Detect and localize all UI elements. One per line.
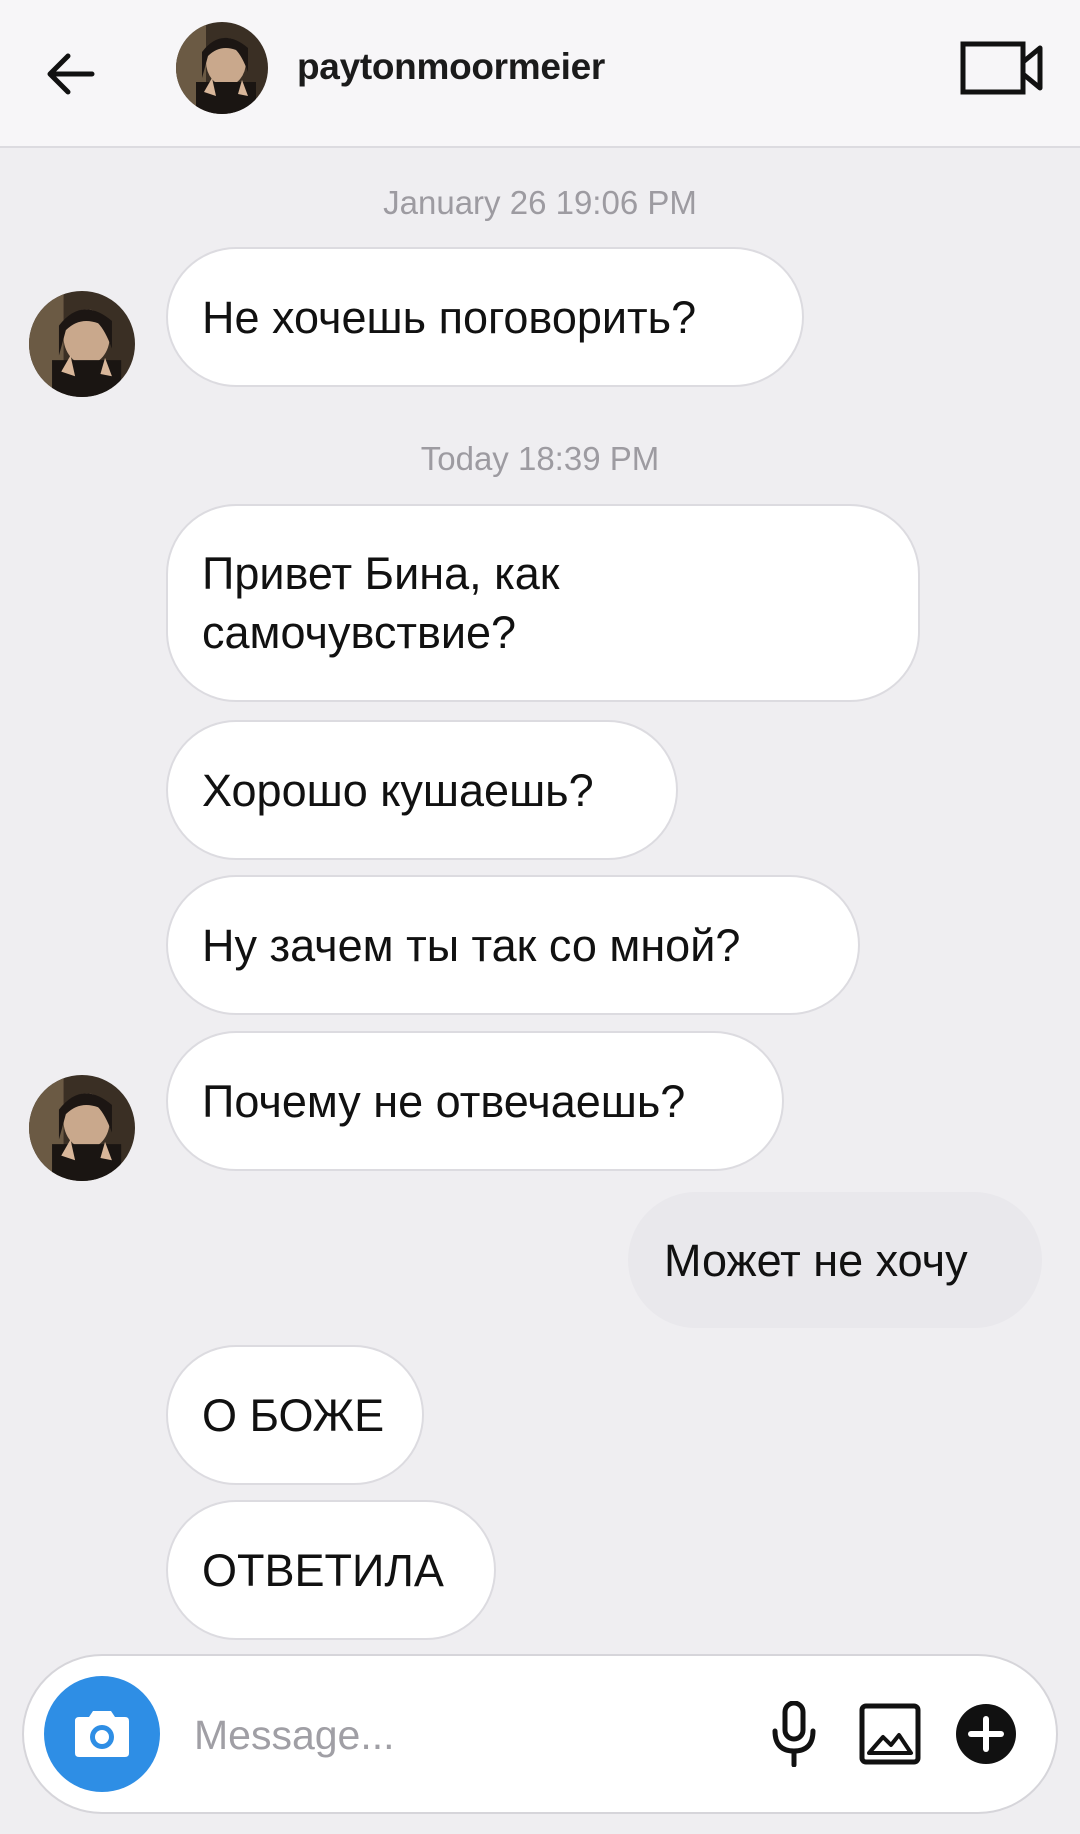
gallery-button[interactable] [850, 1694, 930, 1774]
sender-avatar[interactable] [29, 1075, 135, 1181]
message-text: Ну зачем ты так со мной? [202, 919, 741, 971]
message-text: Привет Бина, как самочувствие? [202, 548, 560, 658]
message-bubble[interactable]: Почему не отвечаешь? [166, 1031, 784, 1171]
message-text: Может не хочу [664, 1234, 968, 1286]
message-timestamp: Today 18:39 PM [420, 440, 660, 477]
message-text: О БОЖЕ [202, 1389, 385, 1441]
sender-avatar[interactable] [29, 291, 135, 397]
voice-message-button[interactable] [754, 1694, 834, 1774]
message-bubble[interactable]: Привет Бина, как самочувствие? [166, 504, 920, 702]
message-text: Не хочешь поговорить? [202, 291, 697, 343]
message-bubble[interactable]: ОТВЕТИЛА [166, 1500, 496, 1640]
plus-circle-icon [956, 1704, 1016, 1764]
message-bubble[interactable]: О БОЖЕ [166, 1345, 424, 1485]
back-button[interactable] [30, 34, 110, 114]
message-input[interactable] [192, 1700, 636, 1770]
message-bubble[interactable]: Не хочешь поговорить? [166, 247, 804, 387]
arrow-left-icon [47, 53, 95, 95]
avatar[interactable] [176, 22, 268, 114]
message-text: Почему не отвечаешь? [202, 1075, 686, 1127]
message-composer [22, 1654, 1058, 1814]
camera-icon [75, 1711, 129, 1757]
message-text: ОТВЕТИЛА [202, 1544, 444, 1596]
avatar-photo [176, 22, 268, 114]
gallery-icon [859, 1703, 921, 1765]
conversation-header: paytonmoormeier [0, 0, 1080, 148]
microphone-icon [772, 1701, 816, 1767]
video-call-button[interactable] [960, 38, 1044, 98]
message-timestamp: January 26 19:06 PM [383, 184, 697, 221]
avatar-photo [29, 1075, 135, 1181]
message-bubble[interactable]: Ну зачем ты так со мной? [166, 875, 860, 1015]
camera-button[interactable] [44, 1676, 160, 1792]
conversation-username[interactable]: paytonmoormeier [297, 46, 605, 88]
video-camera-icon [960, 41, 1043, 95]
message-text: Хорошо кушаешь? [202, 764, 594, 816]
message-bubble-outgoing[interactable]: Может не хочу [628, 1192, 1042, 1328]
avatar-photo [29, 291, 135, 397]
more-options-button[interactable] [946, 1694, 1026, 1774]
message-bubble[interactable]: Хорошо кушаешь? [166, 720, 678, 860]
